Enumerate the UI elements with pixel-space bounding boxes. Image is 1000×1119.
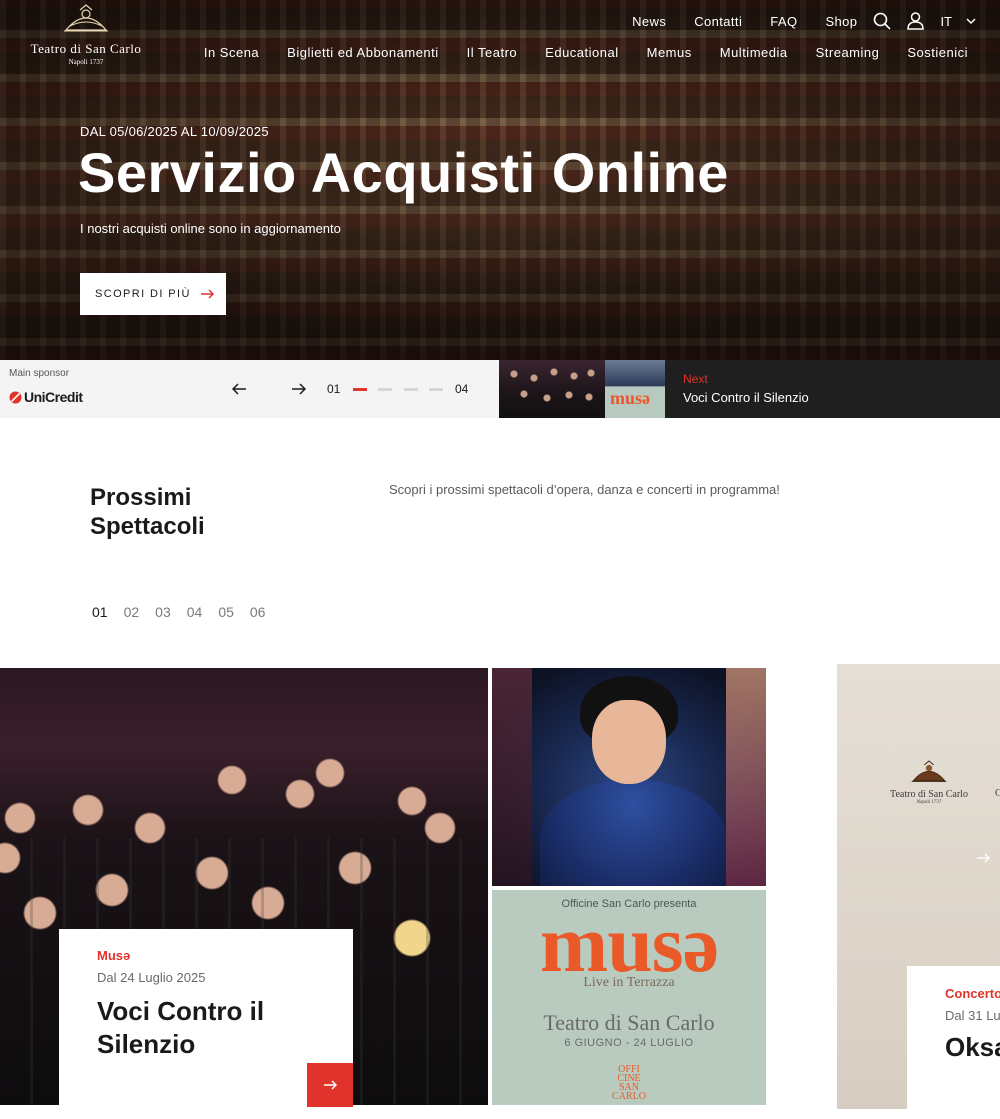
slider-dot[interactable]: [378, 388, 392, 391]
main-nav-il-teatro[interactable]: Il Teatro: [467, 45, 518, 60]
sponsor-name: UniCredit: [24, 389, 83, 405]
discover-more-button[interactable]: SCOPRI DI PIÙ: [80, 273, 226, 315]
language-label: IT: [940, 13, 952, 29]
show-page-tab[interactable]: 04: [187, 604, 203, 620]
card-2-logo-subtitle: Napoli 1737: [916, 800, 942, 805]
sponsor-label: Main sponsor: [9, 368, 70, 379]
show-date: Dal 31 Lu: [945, 1008, 1000, 1023]
poster-venue: Teatro di San Carlo: [543, 1010, 715, 1035]
logo-title: Teatro di San Carlo: [30, 41, 142, 56]
show-category: Concerto: [945, 986, 1000, 1001]
main-nav: In Scena Biglietti ed Abbonamenti Il Tea…: [176, 45, 968, 60]
show-page-tab[interactable]: 06: [250, 604, 266, 620]
discover-more-label: SCOPRI DI PIÙ: [95, 288, 191, 300]
hero-subtitle: I nostri acquisti online sono in aggiorn…: [80, 221, 341, 236]
site-logo[interactable]: Teatro di San Carlo Napoli 1737: [20, 4, 152, 66]
performer-photo[interactable]: [492, 668, 766, 886]
section-title: Prossimi Spettacoli: [90, 484, 205, 540]
slider-next-button[interactable]: [292, 382, 307, 400]
user-icon: [907, 12, 925, 30]
account-button[interactable]: [907, 12, 925, 30]
slider-dot[interactable]: [353, 388, 367, 391]
muse-poster[interactable]: Officine San Carlo presenta musə Live in…: [492, 890, 766, 1105]
language-selector[interactable]: IT: [940, 14, 976, 29]
next-slide-thumbnail[interactable]: musə: [499, 360, 665, 418]
slider-current-page: 01: [327, 382, 341, 396]
main-nav-sostienici[interactable]: Sostienici: [907, 45, 968, 60]
hero-title: Servizio Acquisti Online: [78, 141, 729, 204]
show-card-2[interactable]: Teatro di San Carlo Napoli 1737 C Concer…: [837, 664, 1000, 1109]
slider-controls: Main sponsor UniCredit 01 04: [0, 360, 499, 418]
logo-subtitle: Napoli 1737: [68, 58, 104, 66]
show-title: Oksa: [945, 1032, 1000, 1062]
next-slide-panel[interactable]: Next Voci Contro il Silenzio: [665, 360, 1000, 418]
poster-logo: OFFI CINE SAN CARLO: [612, 1064, 646, 1102]
nav-news[interactable]: News: [632, 14, 666, 29]
card-2-arrow[interactable]: [977, 850, 990, 868]
poster-thumbnail: musə: [605, 360, 665, 418]
show-pagination: 01 02 03 04 05 06: [92, 604, 281, 620]
main-nav-streaming[interactable]: Streaming: [816, 45, 880, 60]
next-slide-title: Voci Contro il Silenzio: [683, 390, 809, 405]
arrow-left-icon: [231, 383, 246, 395]
stage-right-light: [726, 668, 766, 886]
search-button[interactable]: [873, 12, 892, 30]
performer-face: [592, 700, 666, 784]
poster-thumbnail-text: musə: [610, 388, 650, 408]
card-2-logo-title: Teatro di San Carlo: [890, 789, 968, 800]
show-date: Dal 24 Luglio 2025: [97, 970, 206, 985]
slider-prev-button[interactable]: [231, 382, 246, 400]
show-page-tab[interactable]: 05: [218, 604, 234, 620]
show-category: Musə: [97, 948, 131, 963]
nav-shop[interactable]: Shop: [825, 14, 857, 29]
slider-dot[interactable]: [429, 388, 443, 391]
card-2-poster-text: C: [995, 788, 1000, 799]
arrow-right-icon: [323, 1080, 337, 1090]
main-nav-memus[interactable]: Memus: [647, 45, 692, 60]
sponsor-logo[interactable]: UniCredit: [9, 389, 83, 405]
main-nav-educational[interactable]: Educational: [545, 45, 618, 60]
performer-dress: [540, 780, 726, 886]
unicredit-logo-icon: [9, 391, 22, 403]
hero-date-range: DAL 05/06/2025 AL 10/09/2025: [80, 124, 269, 139]
slider-dot[interactable]: [404, 388, 418, 391]
hero-banner: Teatro di San Carlo Napoli 1737 News Con…: [0, 0, 1000, 360]
poster-dates: 6 GIUGNO - 24 LUGLIO: [564, 1037, 694, 1049]
poster-title: musə: [539, 898, 719, 989]
main-nav-biglietti[interactable]: Biglietti ed Abbonamenti: [287, 45, 438, 60]
show-page-tab[interactable]: 02: [124, 604, 140, 620]
show-page-tab[interactable]: 01: [92, 604, 108, 620]
chevron-down-icon: [966, 17, 976, 24]
poster-subtitle: Live in Terrazza: [583, 975, 675, 990]
top-nav: News Contatti FAQ Shop IT: [604, 12, 976, 30]
stage-left-light: [492, 668, 532, 886]
arrow-right-icon: [292, 383, 307, 395]
choir-thumbnail: [499, 360, 605, 418]
main-nav-multimedia[interactable]: Multimedia: [720, 45, 788, 60]
arrow-right-icon: [200, 289, 214, 299]
section-description: Scopri i prossimi spettacoli d’opera, da…: [389, 482, 780, 497]
show-card-2-info[interactable]: Concerto Dal 31 Lu Oksa: [907, 966, 1000, 1109]
show-title: Voci Contro il Silenzio: [97, 996, 265, 1059]
card-2-poster-logo: Teatro di San Carlo Napoli 1737: [879, 760, 979, 805]
main-nav-in-scena[interactable]: In Scena: [204, 45, 259, 60]
slider-total-pages: 04: [455, 382, 469, 396]
crest-icon: [64, 4, 108, 32]
next-label: Next: [683, 372, 708, 386]
show-page-tab[interactable]: 03: [155, 604, 171, 620]
show-details-button[interactable]: [307, 1063, 353, 1107]
arrow-right-icon: [977, 853, 990, 863]
nav-faq[interactable]: FAQ: [770, 14, 797, 29]
crest-icon: [911, 760, 947, 782]
nav-contatti[interactable]: Contatti: [694, 14, 742, 29]
search-icon: [874, 12, 892, 30]
